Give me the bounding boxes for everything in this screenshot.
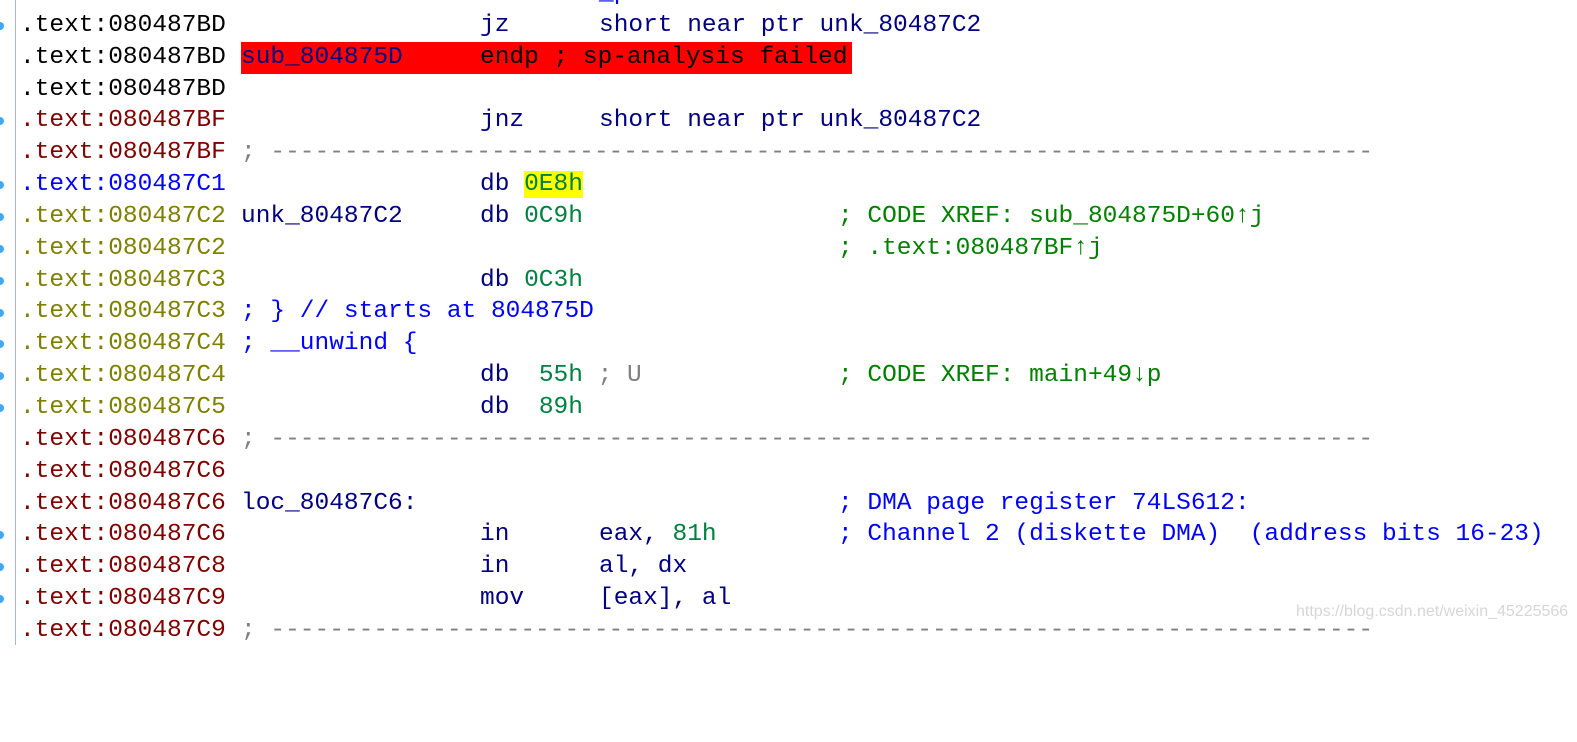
mnemonic: db 55h ; U (480, 360, 642, 392)
listing-row-error[interactable]: .text:080487BD sub_804875D endp ; sp-ana… (0, 41, 1577, 74)
xref-comment[interactable]: ; .text:080487BF↑j (838, 233, 1103, 265)
separator: ; --------------------------------------… (241, 616, 1374, 644)
listing-row[interactable]: .text:080487BF jnz short near ptr unk_80… (0, 105, 1577, 137)
address: .text:080487BF (20, 107, 226, 135)
mnemonic: jnz (480, 107, 525, 135)
address: .text:080487C6 (20, 457, 226, 485)
listing-row[interactable]: .text:080487C5 db 89h (0, 392, 1577, 424)
operand: al, dx (599, 553, 688, 581)
mnemonic: call (480, 0, 539, 10)
xref-comment[interactable]: ; CODE XREF: sub_804875D+60↑j (838, 201, 1264, 233)
listing-row[interactable]: .text:080487C8 in al, dx (0, 551, 1577, 583)
address: .text:080487B8 (20, 0, 226, 10)
listing-row[interactable]: .text:080487C4 ; __unwind { (0, 328, 1577, 360)
mnemonic-text: db (480, 171, 525, 199)
operand: [eax], al (599, 585, 732, 613)
address: .text:080487BF (20, 139, 226, 167)
unwind-comment: ; __unwind { (241, 330, 418, 358)
operand[interactable]: short near ptr unk_80487C2 (599, 105, 981, 137)
mnemonic-text: db (480, 202, 525, 230)
mnemonic: in (480, 521, 510, 549)
address: .text:080487C2 (20, 234, 226, 262)
listing-row[interactable]: .text:080487C6 (0, 456, 1577, 488)
address: .text:080487C4 (20, 330, 226, 358)
listing-row[interactable]: .text:080487C6 in eax, 81h ; Channel 2 (… (0, 519, 1577, 551)
address: .text:080487C3 (20, 298, 226, 326)
separator: ; --------------------------------------… (241, 425, 1374, 453)
mnemonic: db 0C3h (480, 265, 583, 297)
operand-text: eax, (599, 521, 673, 549)
value: 89h (538, 393, 583, 421)
address: .text:080487C8 (20, 553, 226, 581)
address: .text:080487C9 (20, 616, 226, 644)
function-label[interactable]: sub_804875D (241, 42, 403, 74)
address: .text:080487C3 (20, 266, 226, 294)
value: 0C3h (524, 266, 583, 294)
separator: ; --------------------------------------… (241, 139, 1374, 167)
endp-directive: endp ; sp-analysis failed (480, 43, 848, 71)
address: .text:080487C2 (20, 202, 226, 230)
listing-row[interactable]: .text:080487C1 db 0E8h (0, 169, 1577, 201)
listing-row[interactable]: .text:080487C6 ; -----------------------… (0, 424, 1577, 456)
address: .text:080487C1 (20, 171, 226, 199)
operand: eax, 81h (599, 519, 717, 551)
operand[interactable]: short near ptr unk_80487C2 (599, 10, 981, 42)
address: .text:080487C4 (20, 362, 226, 390)
listing-row[interactable]: .text:080487BF ; -----------------------… (0, 137, 1577, 169)
mnemonic-text: db (480, 266, 525, 294)
highlighted-value[interactable]: 0E8h (524, 171, 583, 199)
port-comment: ; Channel 2 (diskette DMA) (address bits… (838, 521, 1544, 549)
listing-row[interactable]: .text:080487C4 db 55h ; U ; CODE XREF: m… (0, 360, 1577, 392)
listing-row[interactable]: .text:080487C2 unk_80487C2 db 0C9h ; COD… (0, 201, 1577, 233)
listing-row[interactable]: .text:080487BD jz short near ptr unk_804… (0, 10, 1577, 42)
value: 0C9h (524, 202, 583, 230)
listing-row[interactable]: .text:080487C3 db 0C3h (0, 265, 1577, 297)
function-end-comment: ; } // starts at 804875D (241, 298, 594, 326)
value: 55h (538, 362, 583, 390)
mnemonic-text: db (480, 393, 539, 421)
data-label[interactable]: unk_80487C2 (241, 201, 403, 233)
mnemonic: db 0E8h (480, 169, 583, 201)
listing-row[interactable]: .text:080487C2 ; .text:080487BF↑j (0, 233, 1577, 265)
address: .text:080487C6 (20, 425, 226, 453)
listing-row[interactable]: .text:080487BD (0, 74, 1577, 106)
address: .text:080487C9 (20, 585, 226, 613)
address: .text:080487BD (20, 11, 226, 39)
mnemonic: db 0C9h (480, 201, 583, 233)
location-label[interactable]: loc_80487C6: (241, 488, 417, 520)
address: .text:080487BD (20, 43, 226, 71)
listing-row[interactable]: .text:080487C3 ; } // starts at 804875D (0, 296, 1577, 328)
xref-comment[interactable]: ; CODE XREF: main+49↓p (838, 360, 1161, 392)
listing-row[interactable]: .text:080487C6 loc_80487C6: ; DMA page r… (0, 488, 1577, 520)
mnemonic: jz (480, 11, 510, 39)
mnemonic: in (480, 553, 510, 581)
watermark: https://blog.csdn.net/weixin_45225566 (1296, 603, 1569, 620)
listing-row[interactable]: .text:080487B8 call _patchd (0, 0, 1577, 10)
address: .text:080487BD (20, 75, 226, 103)
mnemonic-text: db (480, 362, 539, 390)
address: .text:080487C6 (20, 521, 226, 549)
address: .text:080487C6 (20, 489, 226, 517)
disassembly-listing[interactable]: .text:080487B8 call _patchd .text:080487… (0, 0, 1577, 647)
port-comment: ; DMA page register 74LS612: (838, 489, 1250, 517)
address: .text:080487C5 (20, 393, 226, 421)
value: 81h (672, 521, 717, 549)
mnemonic: db 89h (480, 392, 583, 424)
mnemonic: mov (480, 585, 525, 613)
char-comment: ; U (582, 362, 642, 390)
operand[interactable]: _patchd (599, 0, 702, 10)
